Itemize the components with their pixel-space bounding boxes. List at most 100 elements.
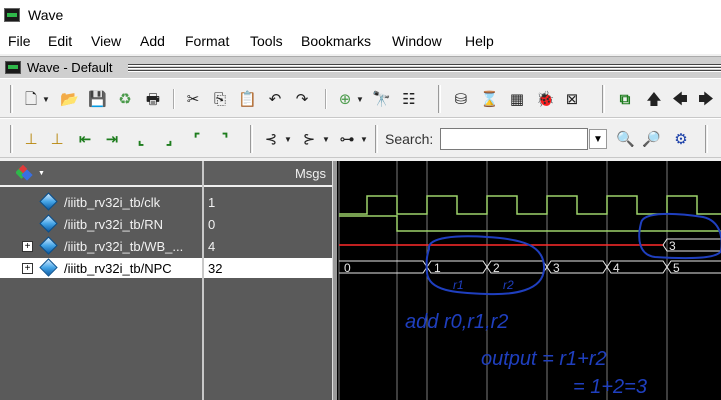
- delete-cursor-icon[interactable]: ⊥: [48, 130, 66, 148]
- signal-row[interactable]: + /iiitb_rv32i_tb/WB_...: [0, 236, 202, 256]
- search-options-icon[interactable]: ⚙: [672, 130, 690, 148]
- undo-icon[interactable]: ↶: [266, 90, 284, 108]
- wb-out-value: 3: [669, 239, 676, 253]
- insert-cursor-icon[interactable]: ⊥: [22, 130, 40, 148]
- add-icon[interactable]: ⊕: [336, 90, 354, 108]
- menu-bar: File Edit View Add Format Tools Bookmark…: [0, 30, 721, 54]
- toolbar-handle[interactable]: [705, 125, 708, 153]
- arrow-right-icon[interactable]: 🡆: [697, 90, 715, 108]
- toolbar-handle[interactable]: [438, 85, 441, 113]
- next-rising-icon[interactable]: ⌝: [216, 130, 234, 148]
- reload-icon[interactable]: ♻: [116, 90, 134, 108]
- prev-rising-icon[interactable]: ⌜: [188, 130, 206, 148]
- save-icon[interactable]: 💾: [88, 90, 107, 108]
- chevron-down-icon[interactable]: ▼: [322, 135, 330, 144]
- msgs-label: Msgs: [294, 166, 326, 181]
- pane-header: Wave - Default: [0, 56, 721, 78]
- signal-values: 1 0 4 32: [204, 187, 332, 400]
- menu-help[interactable]: Help: [465, 33, 494, 49]
- npc-value: 4: [613, 261, 620, 275]
- arrow-up-icon[interactable]: 🡅: [645, 90, 663, 108]
- search-backward-icon[interactable]: 🔎: [642, 130, 661, 148]
- annotation-r1: r1: [453, 278, 464, 292]
- npc-value: 5: [673, 261, 680, 275]
- zoom-out-marker-icon[interactable]: ⊱: [300, 130, 318, 148]
- chevron-down-icon[interactable]: ▼: [284, 135, 292, 144]
- marker-icon[interactable]: ⊶: [338, 130, 356, 148]
- menu-edit[interactable]: Edit: [48, 33, 72, 49]
- chevron-down-icon[interactable]: ▼: [360, 135, 368, 144]
- search-dropdown-button[interactable]: ▼: [589, 129, 607, 149]
- next-falling-icon[interactable]: ⌟: [160, 130, 178, 148]
- annotation-output-result: = 1+2=3: [573, 376, 647, 398]
- signal-list: /iiitb_rv32i_tb/clk /iiitb_rv32i_tb/RN +…: [0, 187, 202, 400]
- menu-view[interactable]: View: [91, 33, 121, 49]
- cut-icon[interactable]: ✂: [184, 90, 202, 108]
- arrow-left-icon[interactable]: 🡄: [671, 90, 689, 108]
- wave-pane-icon: [5, 61, 21, 74]
- title-bar: Wave: [0, 0, 721, 30]
- find-icon[interactable]: 🔭: [372, 90, 391, 108]
- signal-row[interactable]: /iiitb_rv32i_tb/RN: [0, 214, 202, 234]
- toolbar-handle[interactable]: [602, 85, 605, 113]
- chevron-down-icon[interactable]: ▼: [356, 95, 364, 104]
- clear-icon[interactable]: ⊠: [563, 90, 581, 108]
- menu-window[interactable]: Window: [392, 33, 442, 49]
- signal-value: 0: [208, 217, 216, 232]
- print-icon[interactable]: 🖶: [144, 90, 162, 108]
- redo-icon[interactable]: ↷: [293, 90, 311, 108]
- signal-header: ▼: [0, 161, 202, 185]
- zoom-in-marker-icon[interactable]: ⊰: [262, 130, 280, 148]
- chevron-down-icon[interactable]: ▼: [38, 170, 45, 177]
- signal-row-selected[interactable]: + /iiitb_rv32i_tb/NPC: [0, 258, 202, 278]
- toolbar-separator: [325, 89, 327, 109]
- checkpoint-icon[interactable]: ⌛: [480, 90, 499, 108]
- menu-tools[interactable]: Tools: [250, 33, 283, 49]
- menu-format[interactable]: Format: [185, 33, 229, 49]
- signal-name: /iiitb_rv32i_tb/NPC: [64, 261, 172, 276]
- waveform-canvas[interactable]: 3 0 1 2 3 4 5 r1 r2 add r0,r1,r2 output …: [337, 161, 721, 400]
- prev-falling-icon[interactable]: ⌞: [132, 130, 150, 148]
- menu-file[interactable]: File: [8, 33, 31, 49]
- toolbar-handle[interactable]: [10, 85, 13, 113]
- signal-diamond-icon: [39, 192, 58, 211]
- npc-value: 2: [493, 261, 500, 275]
- wave-add-icon[interactable]: [16, 165, 34, 181]
- search-input[interactable]: [440, 128, 588, 150]
- signal-name: /iiitb_rv32i_tb/WB_...: [64, 239, 184, 254]
- pane-grip[interactable]: [128, 63, 721, 72]
- menu-add[interactable]: Add: [140, 33, 165, 49]
- paste-icon[interactable]: 📋: [238, 90, 257, 108]
- toolbar-separator: [173, 89, 175, 109]
- main-toolbar: 🗋 ▼ 📂 💾 ♻ 🖶 ✂ ⎘ 📋 ↶ ↷ ⊕ ▼ 🔭 ☷ ⛁ ⌛ ▦ 🐞 ⊠ …: [0, 78, 721, 118]
- open-folder-icon[interactable]: 📂: [60, 90, 79, 108]
- column-divider[interactable]: [202, 161, 204, 400]
- layers-icon[interactable]: ⛁: [452, 90, 470, 108]
- bug-icon[interactable]: 🐞: [536, 90, 555, 108]
- menu-bookmarks[interactable]: Bookmarks: [301, 33, 371, 49]
- signal-value: 1: [208, 195, 216, 210]
- expand-plus-icon[interactable]: +: [22, 263, 33, 274]
- expand-icon[interactable]: ⧉: [616, 90, 634, 108]
- grid-icon[interactable]: ▦: [508, 90, 526, 108]
- signal-value-selected: 32: [204, 258, 332, 278]
- signal-diamond-icon: [39, 214, 58, 233]
- npc-value: 0: [344, 261, 351, 275]
- toolbar-handle[interactable]: [375, 125, 378, 153]
- signal-row[interactable]: /iiitb_rv32i_tb/clk: [0, 192, 202, 212]
- new-file-icon[interactable]: 🗋: [22, 90, 40, 108]
- annotation-instruction: add r0,r1,r2: [405, 311, 508, 333]
- toolbar-handle[interactable]: [250, 125, 253, 153]
- prev-edge-icon[interactable]: ⇤: [76, 130, 94, 148]
- pane-title: Wave - Default: [27, 60, 113, 75]
- list-icon[interactable]: ☷: [400, 90, 418, 108]
- next-edge-icon[interactable]: ⇥: [103, 130, 121, 148]
- toolbar-handle[interactable]: [10, 125, 13, 153]
- msgs-header: Msgs: [204, 161, 332, 185]
- search-forward-icon[interactable]: 🔍: [616, 130, 635, 148]
- clk-wave: [339, 195, 721, 215]
- expand-plus-icon[interactable]: +: [22, 241, 33, 252]
- waveform-svg: 3 0 1 2 3 4 5 r1 r2 add r0,r1,r2 output …: [338, 161, 721, 400]
- copy-icon[interactable]: ⎘: [211, 90, 229, 108]
- chevron-down-icon[interactable]: ▼: [42, 95, 50, 104]
